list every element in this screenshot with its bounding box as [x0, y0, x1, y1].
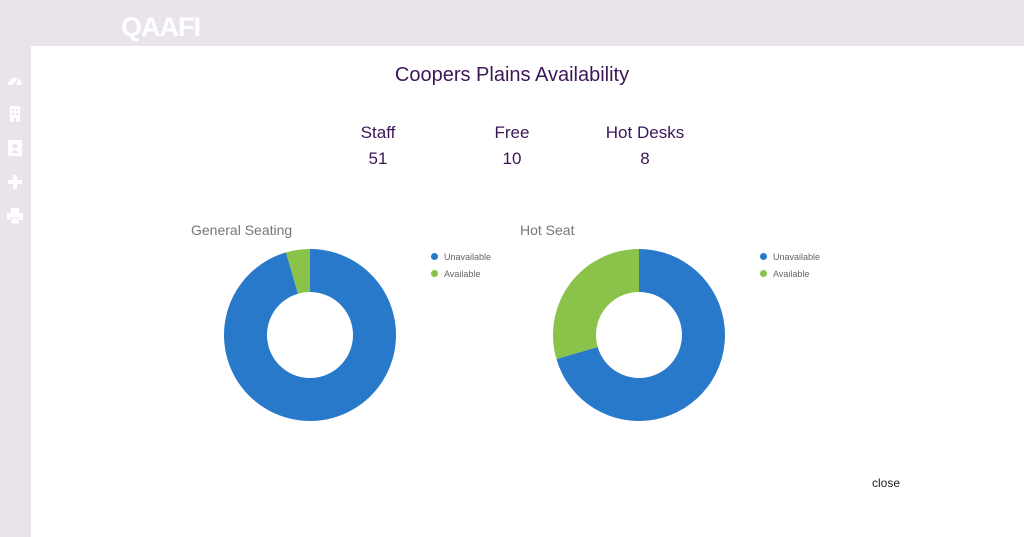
dashboard-icon[interactable]	[6, 72, 24, 90]
legend-label: Available	[773, 268, 810, 279]
legend-item-unavailable[interactable]: Unavailable	[760, 248, 820, 265]
legend-item-unavailable[interactable]: Unavailable	[431, 248, 491, 265]
legend-dot	[760, 253, 767, 260]
legend-label: Available	[444, 268, 481, 279]
stat-value: 8	[640, 149, 650, 168]
availability-modal: Coopers Plains Availability Staff 51 Fre…	[31, 46, 1024, 537]
legend-item-available[interactable]: Available	[431, 265, 491, 282]
close-button[interactable]: close	[872, 476, 900, 490]
legend-label: Unavailable	[773, 251, 821, 262]
chart-hot-seat: Hot Seat Unavailable Available	[520, 218, 850, 428]
chart-legend: Unavailable Available	[431, 248, 491, 282]
stat-label: Staff	[360, 123, 396, 142]
legend-dot	[431, 253, 438, 260]
stat-label: Hot Desks	[605, 123, 685, 142]
sidebar	[0, 46, 31, 537]
legend-label: Unavailable	[444, 251, 492, 262]
chart-legend: Unavailable Available	[760, 248, 820, 282]
top-bar: QAAFI	[0, 0, 1024, 46]
building-icon[interactable]	[6, 105, 24, 123]
print-icon[interactable]	[6, 207, 24, 225]
chart-title: Hot Seat	[520, 222, 575, 238]
stat-value: 51	[368, 149, 388, 168]
app-logo[interactable]: QAAFI	[121, 12, 201, 43]
stat-hot-desks: Hot Desks 8	[585, 122, 705, 170]
donut-slice-available[interactable]	[553, 249, 639, 359]
contact-icon[interactable]	[6, 139, 24, 157]
stat-free: Free 10	[452, 122, 572, 170]
chart-general-seating: General Seating Unavailable Available	[191, 218, 521, 428]
legend-item-available[interactable]: Available	[760, 265, 820, 282]
donut-chart	[224, 249, 396, 421]
plus-icon[interactable]	[6, 173, 24, 191]
legend-dot	[431, 270, 438, 277]
donut-chart	[553, 249, 725, 421]
modal-title: Coopers Plains Availability	[394, 64, 630, 86]
legend-dot	[760, 270, 767, 277]
stat-label: Free	[494, 123, 530, 142]
chart-title: General Seating	[191, 222, 293, 238]
stat-staff: Staff 51	[318, 122, 438, 170]
stat-value: 10	[502, 149, 522, 168]
